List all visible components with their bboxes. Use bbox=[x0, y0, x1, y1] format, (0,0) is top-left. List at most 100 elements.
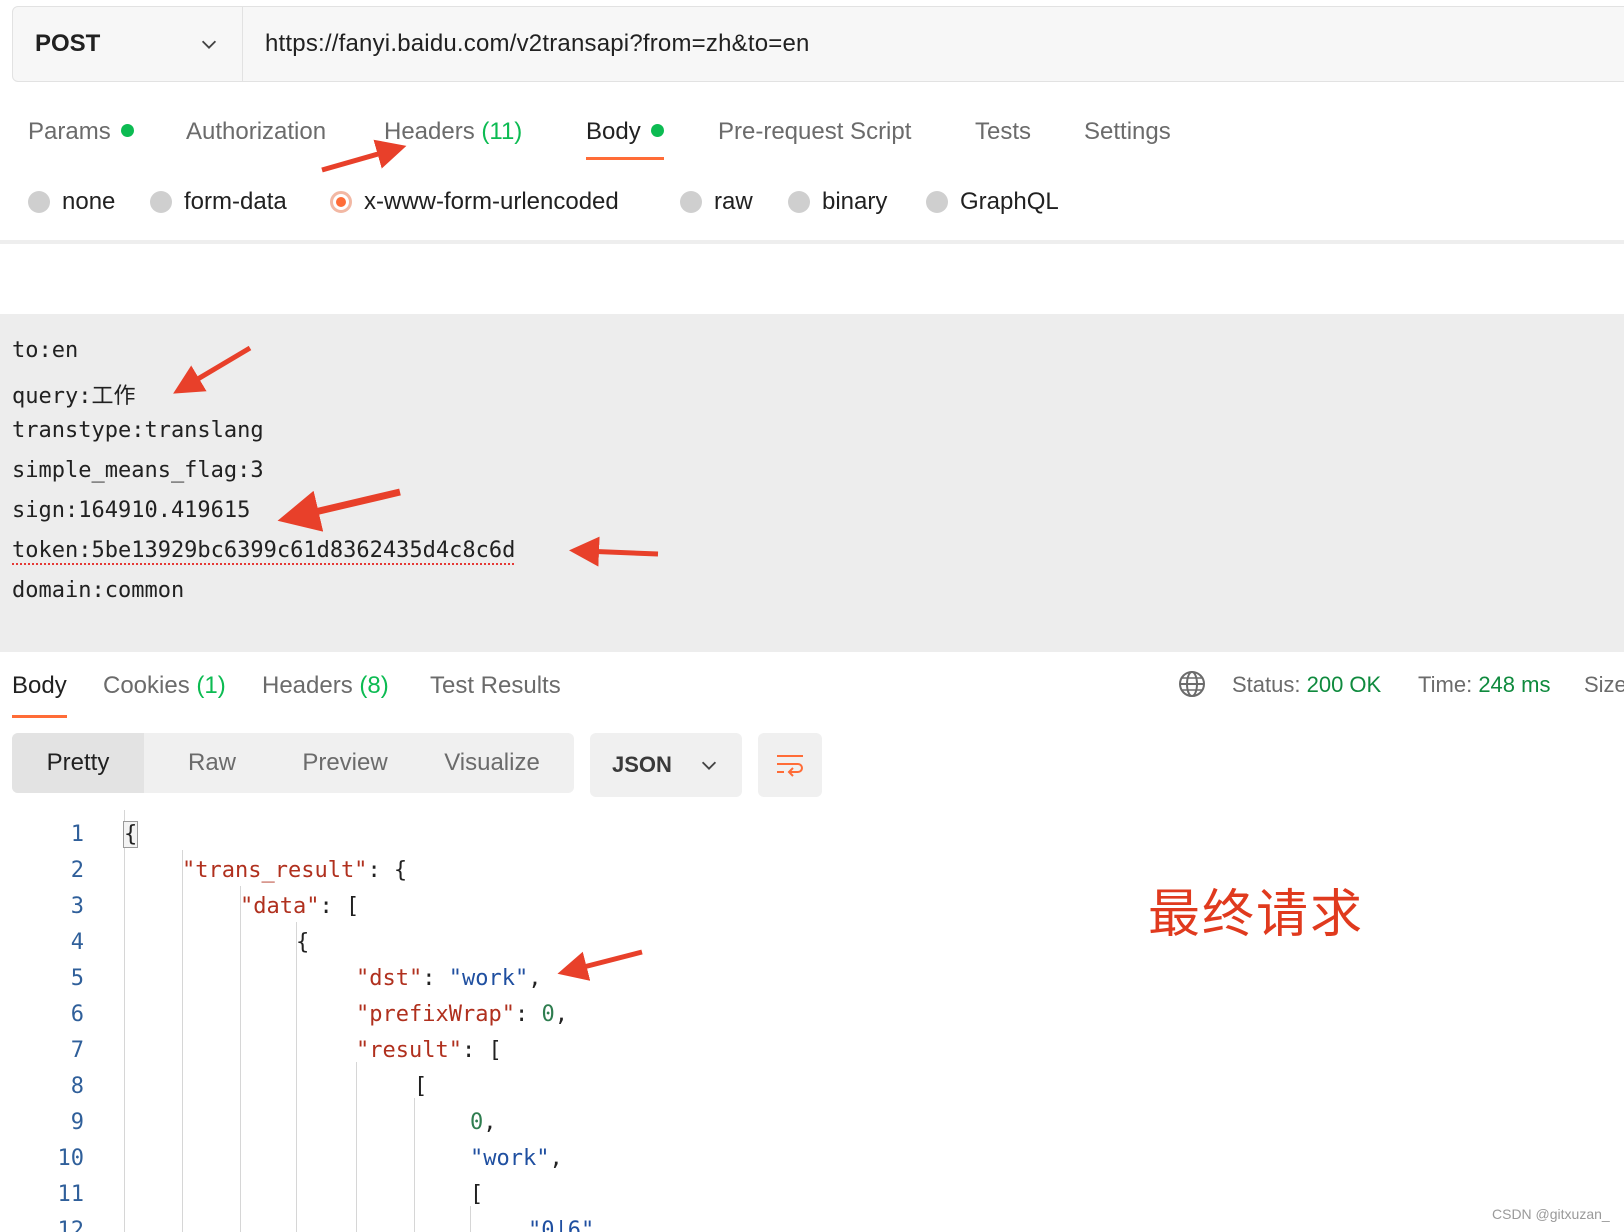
view-preview-button[interactable]: Preview bbox=[280, 733, 410, 793]
radio-graphql[interactable]: GraphQL bbox=[926, 188, 1059, 216]
radio-graphql-label: GraphQL bbox=[960, 188, 1059, 215]
indent-guide bbox=[124, 810, 125, 1232]
radio-form-data[interactable]: form-data bbox=[150, 188, 287, 216]
response-status: Status: 200 OK bbox=[1232, 672, 1381, 698]
body-type-options: none form-data x-www-form-urlencoded raw… bbox=[0, 180, 1624, 230]
tab-params-label: Params bbox=[28, 118, 111, 145]
code-line: [ bbox=[470, 1182, 484, 1207]
param-line: to:en bbox=[12, 338, 79, 363]
json-punct: , bbox=[483, 1110, 497, 1135]
json-key: "data" bbox=[240, 894, 320, 919]
json-key: "dst" bbox=[356, 966, 423, 991]
tab-test-results-label: Test Results bbox=[430, 672, 561, 699]
line-number: 1 bbox=[70, 822, 84, 847]
tab-response-body[interactable]: Body bbox=[12, 672, 67, 718]
line-number: 9 bbox=[70, 1110, 84, 1135]
tab-body-label: Body bbox=[586, 118, 641, 145]
param-line: transtype:translang bbox=[12, 418, 264, 443]
url-input[interactable]: https://fanyi.baidu.com/v2transapi?from=… bbox=[243, 30, 810, 58]
code-line: "result": [ bbox=[356, 1038, 502, 1063]
json-punct: , bbox=[528, 966, 542, 991]
param-line: sign:164910.419615 bbox=[12, 498, 251, 523]
tab-prerequest-script[interactable]: Pre-request Script bbox=[718, 118, 911, 146]
tab-tests[interactable]: Tests bbox=[975, 118, 1031, 146]
json-punct: , bbox=[549, 1146, 563, 1171]
json-punct: : bbox=[514, 1002, 542, 1027]
indent-guide bbox=[414, 1098, 415, 1232]
response-body-code[interactable]: 1 2 3 4 5 6 7 8 9 10 11 12 { "trans_resu… bbox=[0, 810, 1624, 1232]
code-line: "prefixWrap": 0, bbox=[356, 1002, 568, 1027]
radio-x-www-form-urlencoded[interactable]: x-www-form-urlencoded bbox=[330, 188, 619, 216]
tab-response-headers[interactable]: Headers (8) bbox=[262, 672, 389, 700]
view-visualize-button[interactable]: Visualize bbox=[410, 733, 574, 793]
line-number: 12 bbox=[57, 1218, 85, 1232]
json-number: 0 bbox=[541, 1002, 555, 1027]
radio-urlencoded-label: x-www-form-urlencoded bbox=[364, 188, 619, 215]
response-tabs: Body Cookies (1) Headers (8) Test Result… bbox=[0, 662, 1624, 722]
response-size: Size bbox=[1584, 672, 1624, 698]
tab-params[interactable]: Params bbox=[28, 118, 134, 146]
tab-body[interactable]: Body bbox=[586, 118, 664, 160]
radio-raw[interactable]: raw bbox=[680, 188, 753, 216]
radio-none-label: none bbox=[62, 188, 116, 215]
status-label: Status: bbox=[1232, 672, 1301, 697]
indent-guide bbox=[296, 922, 297, 1232]
size-label: Size bbox=[1584, 672, 1624, 697]
tab-settings[interactable]: Settings bbox=[1084, 118, 1171, 146]
tab-headers[interactable]: Headers (11) bbox=[384, 118, 522, 146]
tab-cookies-count: (1) bbox=[196, 672, 226, 699]
chevron-down-icon bbox=[701, 761, 717, 770]
tab-authorization[interactable]: Authorization bbox=[186, 118, 326, 146]
radio-circle bbox=[680, 191, 702, 213]
radio-none[interactable]: none bbox=[28, 188, 115, 216]
indent-guide bbox=[182, 850, 183, 1232]
tab-response-headers-count: (8) bbox=[359, 672, 389, 699]
radio-circle bbox=[788, 191, 810, 213]
view-raw-button[interactable]: Raw bbox=[144, 733, 280, 793]
radio-circle bbox=[28, 191, 50, 213]
bracket-match: { bbox=[122, 821, 139, 848]
json-string: "work" bbox=[448, 966, 529, 991]
method-label: POST bbox=[35, 30, 101, 57]
wrap-lines-button[interactable] bbox=[758, 733, 822, 797]
form-params-text-area[interactable]: to:en query:工作 transtype:translang simpl… bbox=[0, 314, 1624, 652]
json-number: 0 bbox=[470, 1110, 484, 1135]
param-line: simple_means_flag:3 bbox=[12, 458, 264, 483]
chevron-down-icon bbox=[201, 40, 217, 49]
code-line: "0|6" bbox=[528, 1218, 594, 1232]
line-number: 2 bbox=[70, 858, 84, 883]
annotation-note: 最终请求 bbox=[1148, 885, 1365, 945]
method-select[interactable]: POST bbox=[13, 7, 243, 81]
watermark: CSDN @gitxuzan_ bbox=[1492, 1206, 1610, 1222]
line-number: 8 bbox=[70, 1074, 84, 1099]
radio-form-data-label: form-data bbox=[184, 188, 287, 215]
radio-raw-label: raw bbox=[714, 188, 753, 215]
response-time: Time: 248 ms bbox=[1418, 672, 1550, 698]
json-punct: , bbox=[554, 1002, 568, 1027]
json-string: "0|6" bbox=[528, 1218, 595, 1232]
json-key: "prefixWrap" bbox=[356, 1002, 515, 1027]
line-number: 7 bbox=[70, 1038, 84, 1063]
request-tabs: Params Authorization Headers (11) Body P… bbox=[0, 104, 1624, 164]
section-divider bbox=[0, 240, 1624, 244]
view-pretty-button[interactable]: Pretty bbox=[12, 733, 144, 793]
code-line: "dst": "work", bbox=[356, 966, 541, 991]
tab-cookies[interactable]: Cookies (1) bbox=[103, 672, 226, 700]
indent-guide bbox=[240, 886, 241, 1232]
radio-circle bbox=[926, 191, 948, 213]
tab-response-headers-label: Headers bbox=[262, 672, 353, 699]
body-active-dot bbox=[650, 124, 664, 138]
line-number: 3 bbox=[70, 894, 84, 919]
code-line: [ bbox=[414, 1074, 428, 1099]
format-select[interactable]: JSON bbox=[590, 733, 742, 797]
tab-response-body-label: Body bbox=[12, 672, 67, 699]
line-number: 5 bbox=[70, 966, 84, 991]
radio-binary-label: binary bbox=[822, 188, 888, 215]
code-line: { bbox=[296, 930, 310, 955]
globe-icon[interactable] bbox=[1178, 670, 1206, 698]
json-punct: : bbox=[422, 966, 449, 991]
code-line: "trans_result": { bbox=[182, 858, 407, 883]
json-string: "work" bbox=[470, 1146, 550, 1171]
radio-binary[interactable]: binary bbox=[788, 188, 887, 216]
tab-test-results[interactable]: Test Results bbox=[430, 672, 561, 700]
